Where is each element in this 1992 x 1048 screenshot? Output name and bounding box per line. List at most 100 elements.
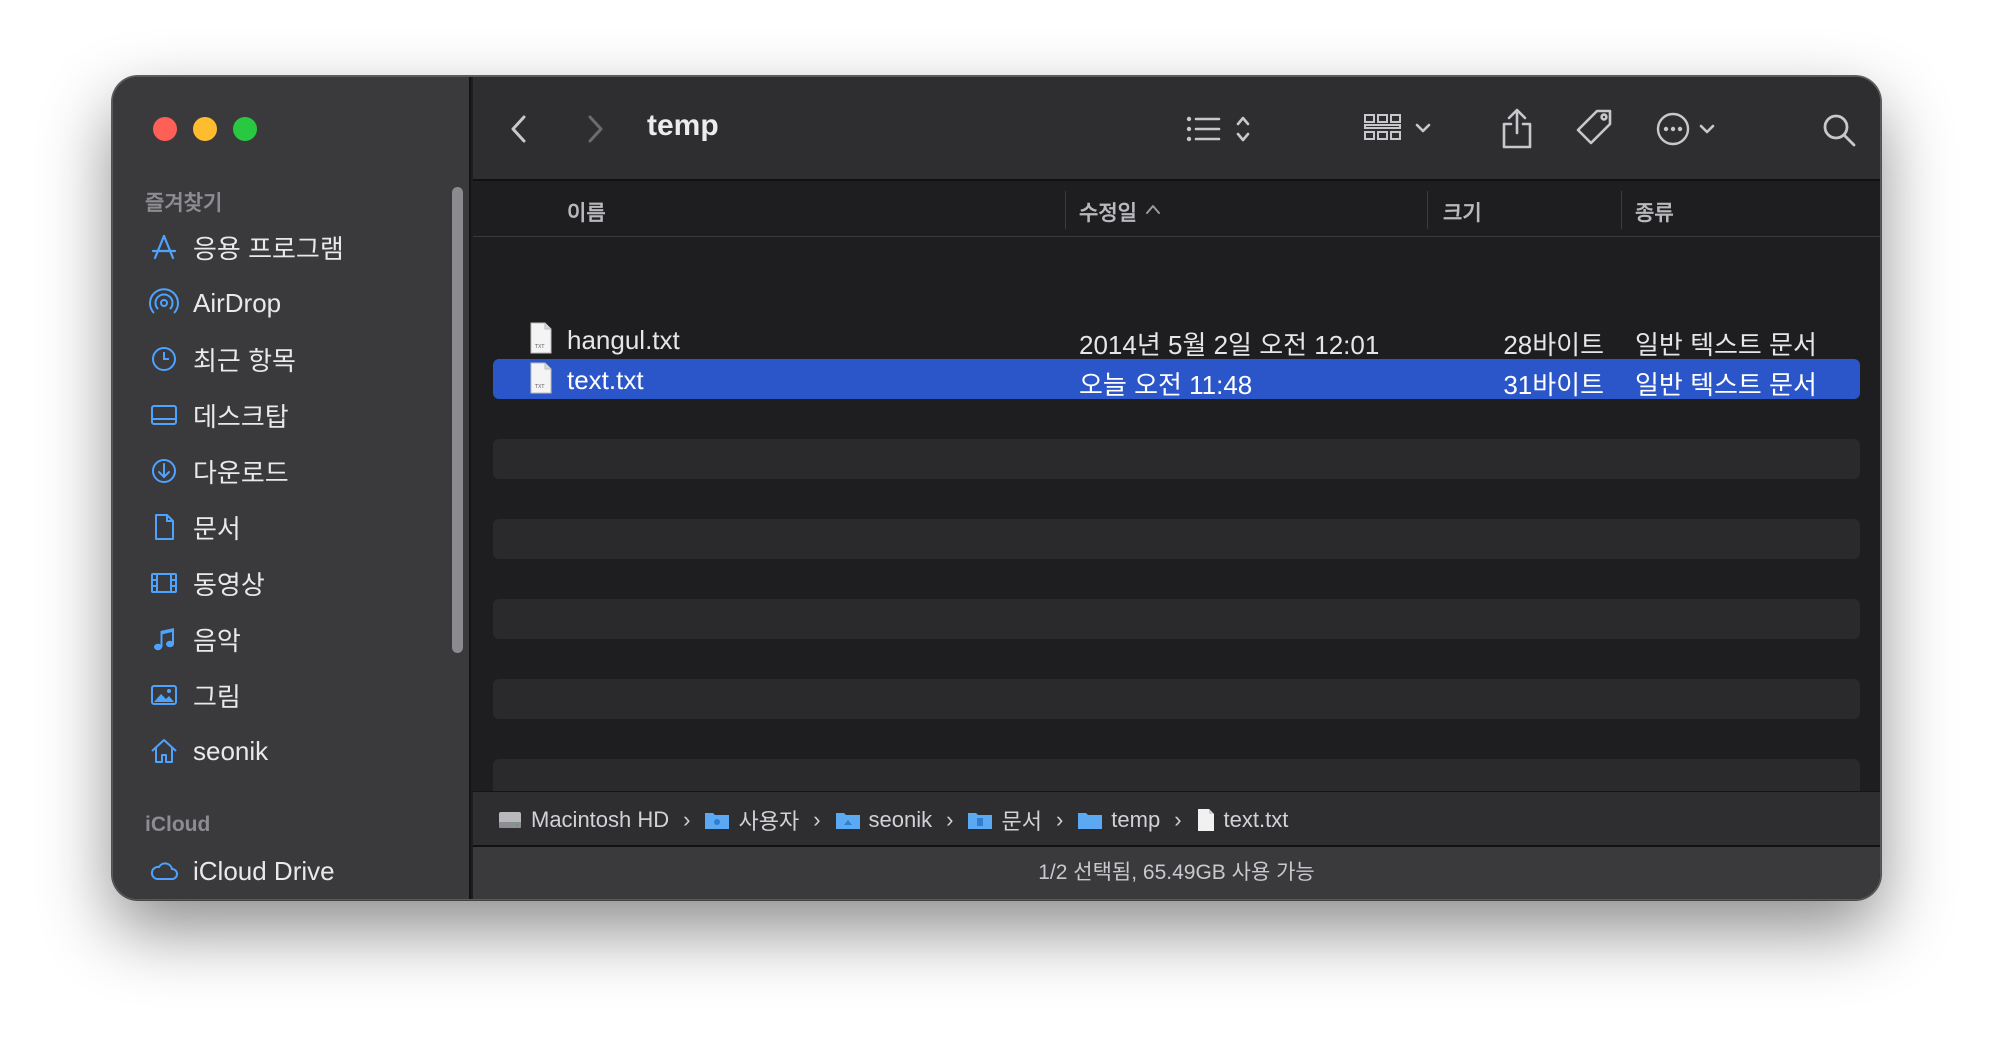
path-separator: › <box>813 806 821 832</box>
empty-row-stripe <box>493 519 1860 559</box>
path-segment-users[interactable]: 사용자 <box>704 804 799 836</box>
file-modified: 오늘 오전 11:48 <box>1079 370 1253 400</box>
sidebar-item-label: 데스크탑 <box>193 401 289 432</box>
text-file-icon: TXT <box>530 322 552 354</box>
path-label: temp <box>1111 806 1161 832</box>
search-button[interactable] <box>1819 105 1859 153</box>
column-header: 이름 수정일 크기 종류 <box>473 183 1880 237</box>
window-title: temp <box>647 109 719 142</box>
applications-icon <box>151 234 177 260</box>
path-segment-text-txt[interactable]: text.txt <box>1196 806 1289 833</box>
folder-icon <box>705 812 730 829</box>
finder-window: 즐겨찾기 응용 프로그램 AirDrop 최근 항목 데스크탑 다운로드 문서 … <box>112 76 1881 900</box>
minimize-button[interactable] <box>193 117 217 141</box>
more-ellipsis-icon <box>1656 112 1715 146</box>
table-row[interactable]: TXT hangul.txt 2014년 5월 2일 오전 12:01 28바이… <box>493 319 1860 360</box>
path-label: 문서 <box>1001 808 1042 834</box>
sidebar-item-applications[interactable]: 응용 프로그램 <box>149 225 449 269</box>
forward-button[interactable] <box>583 105 607 153</box>
column-kind-header[interactable]: 종류 <box>1635 197 1674 227</box>
file-kind: 일반 텍스트 문서 <box>1635 370 1817 400</box>
sidebar-section-favorites: 즐겨찾기 <box>145 192 223 215</box>
view-options-button[interactable] <box>1183 105 1263 153</box>
sidebar-item-label: 동영상 <box>193 569 265 600</box>
path-separator: › <box>1055 806 1064 832</box>
svg-text:TXT: TXT <box>534 384 545 390</box>
sidebar-item-home[interactable]: seonik <box>149 729 449 773</box>
hard-drive-icon <box>499 811 521 828</box>
path-segment-documents[interactable]: 문서 <box>967 804 1042 836</box>
list-view-icon <box>1186 116 1250 142</box>
path-separator: › <box>1174 806 1182 832</box>
chevron-left-icon <box>511 115 526 143</box>
column-size-header[interactable]: 크기 <box>1443 197 1482 227</box>
sidebar: 즐겨찾기 응용 프로그램 AirDrop 최근 항목 데스크탑 다운로드 문서 … <box>113 77 471 899</box>
path-label: 사용자 <box>738 808 800 834</box>
sidebar-item-airdrop[interactable]: AirDrop <box>149 281 449 325</box>
tag-button[interactable] <box>1575 105 1615 153</box>
sidebar-item-pictures[interactable]: 그림 <box>149 673 449 717</box>
sidebar-item-label: 최근 항목 <box>193 345 296 376</box>
folder-icon <box>1078 812 1103 829</box>
sidebar-item-label: 그림 <box>193 681 241 712</box>
movies-icon <box>151 573 177 593</box>
path-label: text.txt <box>1223 806 1289 832</box>
sidebar-item-label: AirDrop <box>193 287 282 318</box>
path-segment-temp[interactable]: temp <box>1077 807 1160 833</box>
empty-row-stripe <box>493 599 1860 639</box>
sidebar-item-desktop[interactable]: 데스크탑 <box>149 393 449 437</box>
back-button[interactable] <box>507 105 531 153</box>
group-button[interactable] <box>1363 105 1439 153</box>
sidebar-item-label: 문서 <box>193 513 241 544</box>
sidebar-item-music[interactable]: 음악 <box>149 617 449 661</box>
pictures-icon <box>151 685 177 705</box>
folder-icon <box>968 812 993 829</box>
path-segment-seonik[interactable]: seonik <box>835 806 933 833</box>
path-bar: Macintosh HD › 사용자 › seonik › 문서 › temp <box>473 791 1880 847</box>
sidebar-item-label: seonik <box>193 735 269 766</box>
main-area: temp 이름 수정일 크기 종류 TXT hangul.txt 2014년 5… <box>473 77 1880 899</box>
sidebar-item-label: 음악 <box>193 625 241 656</box>
column-modified-header[interactable]: 수정일 <box>1079 197 1137 227</box>
share-icon <box>1502 108 1532 149</box>
text-file-icon: TXT <box>530 362 552 394</box>
sidebar-item-label: 응용 프로그램 <box>193 233 344 264</box>
cloud-icon <box>150 862 178 880</box>
sidebar-item-icloud-drive[interactable]: iCloud Drive <box>149 849 449 893</box>
sidebar-item-documents[interactable]: 문서 <box>149 505 449 549</box>
column-name-header[interactable]: 이름 <box>567 197 606 227</box>
recents-clock-icon <box>152 347 176 371</box>
action-button[interactable] <box>1653 105 1723 153</box>
sidebar-section-icloud: iCloud <box>145 813 211 836</box>
path-segment-macintosh-hd[interactable]: Macintosh HD <box>497 807 669 833</box>
zoom-button[interactable] <box>233 117 257 141</box>
home-icon <box>151 739 177 763</box>
music-note-icon <box>154 628 174 651</box>
search-icon <box>1823 114 1856 147</box>
sidebar-item-movies[interactable]: 동영상 <box>149 561 449 605</box>
tag-icon <box>1576 109 1612 145</box>
file-name: hangul.txt <box>567 325 680 355</box>
sidebar-item-downloads[interactable]: 다운로드 <box>149 449 449 493</box>
airdrop-icon <box>149 288 179 314</box>
share-button[interactable] <box>1499 105 1535 153</box>
status-bar: 1/2 선택됨, 65.49GB 사용 가능 <box>473 845 1880 899</box>
sidebar-item-label: iCloud Drive <box>193 855 335 886</box>
file-size: 28바이트 <box>1503 330 1604 360</box>
downloads-icon <box>152 459 176 483</box>
chevron-right-icon <box>588 115 603 143</box>
sort-ascending-icon <box>1146 205 1160 214</box>
folder-icon <box>835 812 860 829</box>
sidebar-scrollbar[interactable] <box>452 187 463 653</box>
empty-row-stripe <box>493 439 1860 479</box>
path-label: seonik <box>868 806 933 832</box>
close-button[interactable] <box>153 117 177 141</box>
toolbar: temp <box>473 77 1880 181</box>
empty-row-stripe <box>493 679 1860 719</box>
desktop-icon <box>151 405 177 425</box>
table-row-selected[interactable]: TXT text.txt 오늘 오전 11:48 31바이트 일반 텍스트 문서 <box>493 359 1860 400</box>
path-separator: › <box>683 806 691 832</box>
svg-text:TXT: TXT <box>534 344 545 350</box>
file-modified: 2014년 5월 2일 오전 12:01 <box>1079 330 1380 360</box>
sidebar-item-recents[interactable]: 최근 항목 <box>149 337 449 381</box>
